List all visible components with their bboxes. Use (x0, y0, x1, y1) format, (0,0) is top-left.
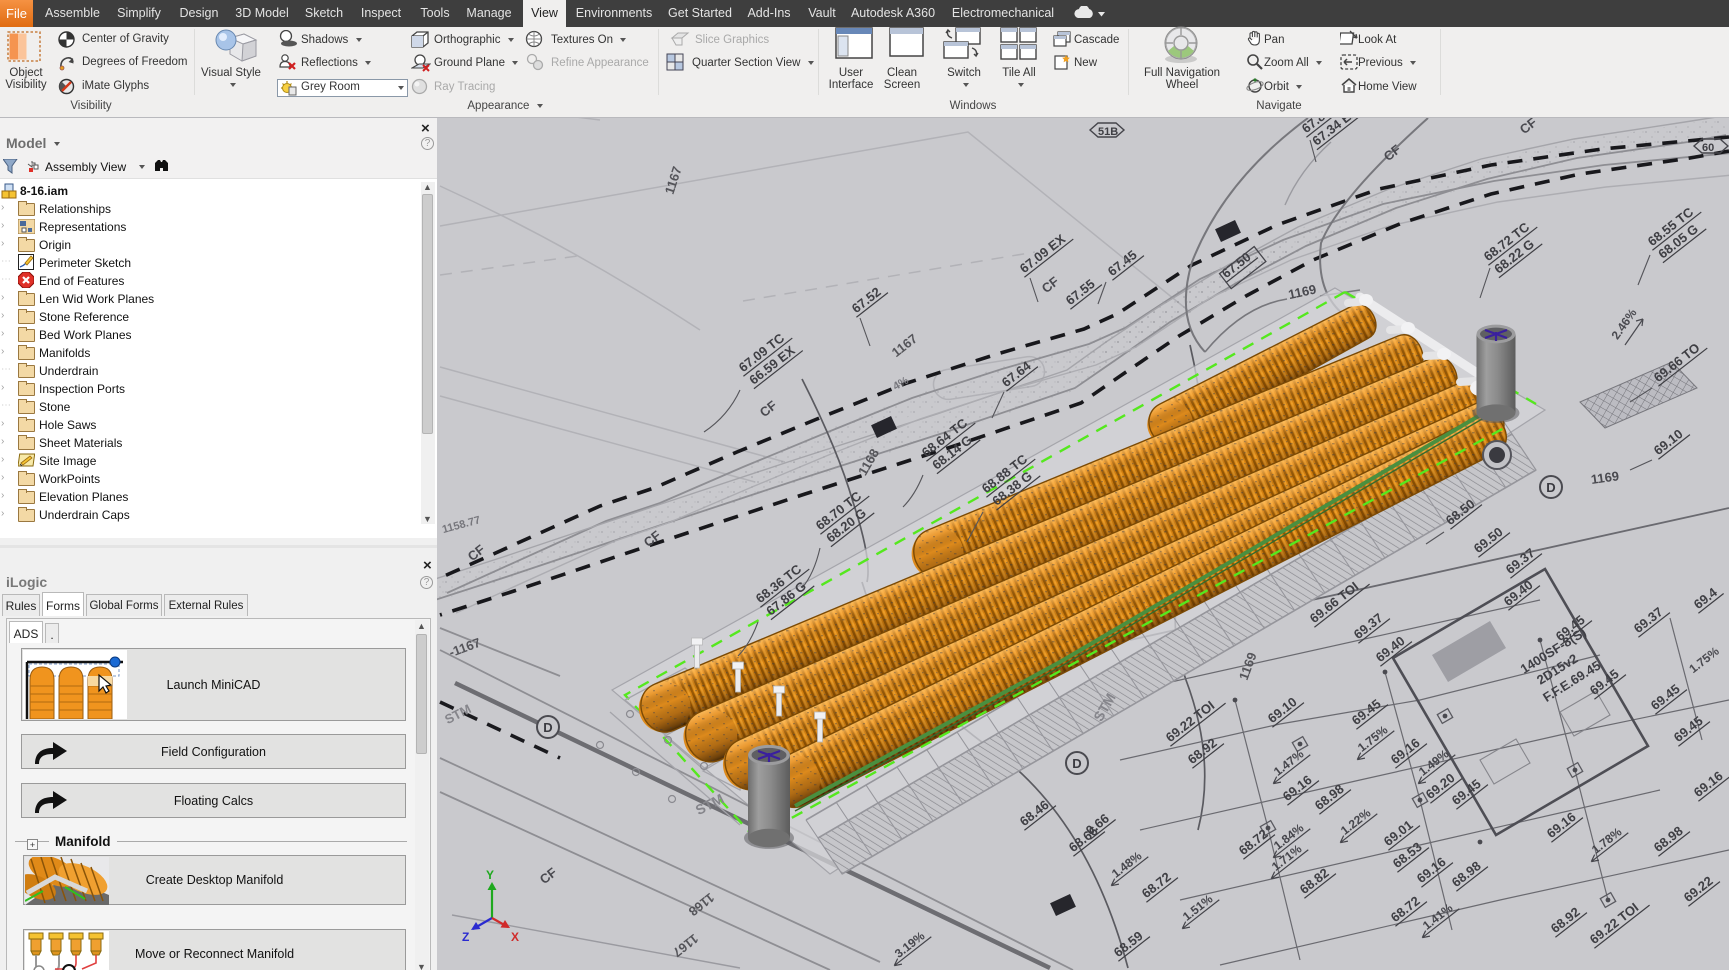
svg-text:X: X (511, 930, 519, 944)
svg-text:Z: Z (462, 930, 469, 944)
svg-text:51B: 51B (1098, 126, 1118, 138)
svg-text:D: D (1546, 480, 1555, 495)
svg-text:Y: Y (486, 868, 494, 882)
svg-text:D: D (543, 720, 552, 735)
svg-text:D: D (1072, 756, 1081, 771)
svg-text:60: 60 (1702, 142, 1714, 154)
